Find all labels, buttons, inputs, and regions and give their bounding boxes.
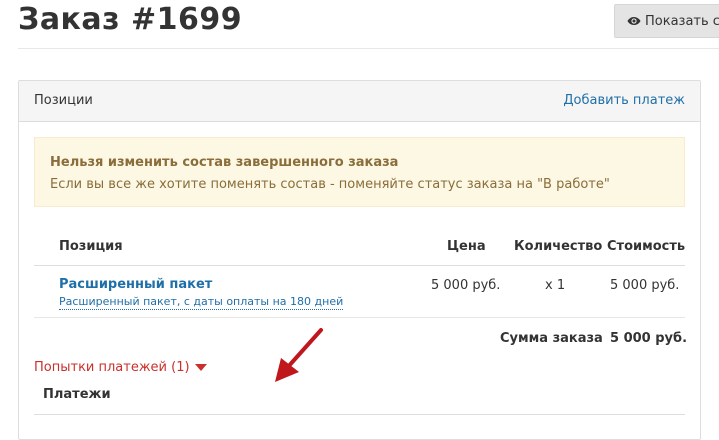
alert-text: Если вы все же хотите поменять состав - … (50, 177, 610, 192)
alert-title: Нельзя изменить состав завершенного зака… (50, 155, 399, 170)
payments-divider (34, 414, 685, 415)
page-title: Заказ #1699 (18, 2, 243, 37)
item-description-link[interactable]: Расширенный пакет, с даты оплаты на 180 … (59, 295, 344, 310)
show-button[interactable]: Показать ст (614, 4, 719, 38)
payment-attempts-label: Попытки платежей (1) (34, 360, 190, 375)
positions-panel: Позиции Добавить платеж Нельзя изменить … (18, 80, 701, 440)
column-header-position: Позиция (59, 239, 123, 254)
table-row-divider (34, 317, 685, 318)
payments-title: Платежи (43, 387, 111, 402)
item-quantity: x 1 (545, 278, 566, 293)
table-header-divider (34, 265, 685, 266)
red-arrow-icon (275, 328, 323, 382)
header-divider (18, 48, 719, 49)
column-header-cost: Стоимость (607, 239, 686, 254)
add-payment-link[interactable]: Добавить платеж (563, 93, 685, 108)
warning-alert: Нельзя изменить состав завершенного зака… (34, 137, 685, 207)
payment-attempts-toggle[interactable]: Попытки платежей (1) (34, 360, 207, 375)
caret-down-icon (194, 364, 207, 371)
item-title-link[interactable]: Расширенный пакет (59, 277, 212, 292)
show-button-label: Показать ст (645, 13, 719, 29)
item-cost: 5 000 руб. (610, 278, 680, 293)
order-total-value: 5 000 руб. (610, 331, 688, 346)
column-header-price: Цена (447, 239, 486, 254)
panel-title: Позиции (34, 93, 93, 108)
item-price: 5 000 руб. (431, 278, 501, 293)
order-total-label: Сумма заказа (500, 331, 603, 346)
eye-icon (627, 17, 641, 25)
column-header-quantity: Количество (514, 239, 603, 254)
panel-heading: Позиции Добавить платеж (19, 81, 700, 122)
